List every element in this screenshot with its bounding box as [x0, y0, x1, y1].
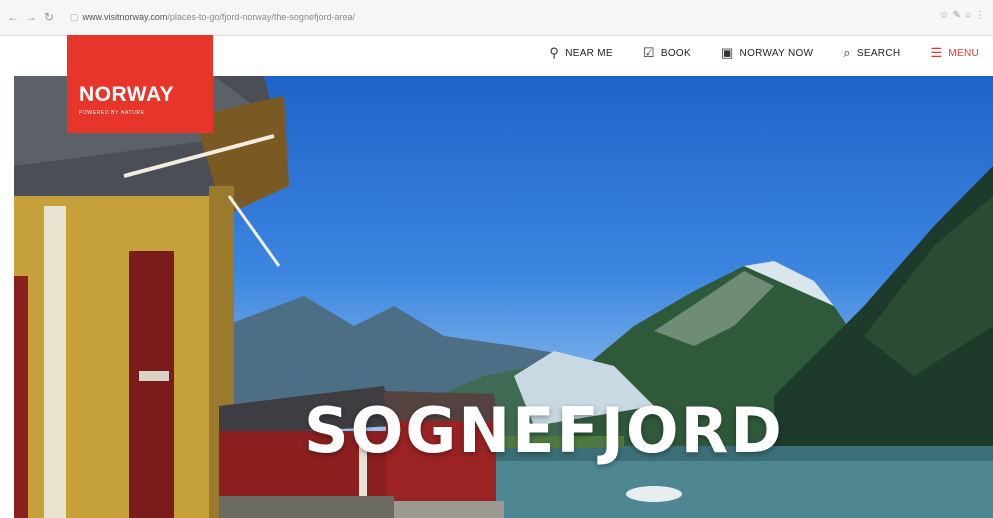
forward-icon[interactable]: → — [24, 10, 38, 24]
address-bar[interactable]: ▢ www.visitnorway.com/places-to-go/fjord-… — [70, 8, 530, 26]
browser-nav-buttons: ← → ↻ — [6, 10, 56, 24]
extension-icon[interactable]: ○ — [965, 10, 971, 21]
reload-icon[interactable]: ↻ — [42, 10, 56, 24]
checkbox-icon: ☑ — [642, 45, 655, 60]
hamburger-icon: ☰ — [930, 45, 943, 60]
url-host: www.visitnorway.com — [82, 12, 168, 22]
nav-search[interactable]: ⌕ SEARCH — [843, 45, 900, 61]
logo-text: NORWAY — [79, 83, 175, 106]
main-nav: ⚲ NEAR ME ☑ BOOK ▣ NORWAY NOW ⌕ SEARCH ☰… — [549, 45, 979, 61]
hero-image: SOGNEFJORD — [14, 76, 993, 518]
browser-menu-icon[interactable]: ⋮ — [975, 10, 985, 21]
nav-label: SEARCH — [856, 47, 901, 59]
nav-label: NEAR ME — [565, 47, 613, 59]
bookmark-star-icon[interactable]: ☆ — [940, 10, 949, 21]
nav-label: MENU — [948, 47, 979, 59]
nav-label: NORWAY NOW — [739, 47, 814, 59]
page-icon: ▢ — [70, 12, 79, 22]
browser-extensions: ☆ ✎ ○ ⋮ — [940, 10, 985, 21]
logo-tagline: POWERED BY NATURE — [79, 110, 145, 116]
browser-toolbar: ← → ↻ ▢ www.visitnorway.com/places-to-go/… — [0, 0, 993, 36]
norway-logo[interactable]: NORWAY POWERED BY NATURE — [67, 35, 213, 133]
nav-book[interactable]: ☑ BOOK — [643, 45, 691, 61]
search-icon: ⌕ — [843, 45, 851, 60]
url-path: /places-to-go/fjord-norway/the-sognefjor… — [167, 12, 355, 22]
photo-icon: ▣ — [720, 45, 734, 60]
extension-icon[interactable]: ✎ — [953, 10, 961, 21]
hero-title: SOGNEFJORD — [304, 394, 784, 467]
nav-near-me[interactable]: ⚲ NEAR ME — [549, 45, 613, 61]
nav-label: BOOK — [660, 47, 691, 59]
back-icon[interactable]: ← — [6, 10, 20, 24]
nav-norway-now[interactable]: ▣ NORWAY NOW — [721, 45, 813, 61]
map-pin-icon: ⚲ — [549, 45, 560, 60]
nav-menu[interactable]: ☰ MENU — [930, 45, 979, 61]
